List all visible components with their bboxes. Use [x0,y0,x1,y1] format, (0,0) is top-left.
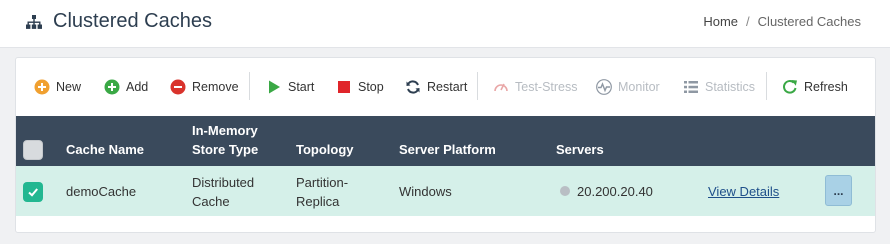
col-store-type[interactable]: In-Memory Store Type [192,121,258,159]
stop-icon [338,81,350,93]
cell-store-type: Distributed Cache [192,173,254,211]
gauge-icon [494,83,508,92]
view-details-link[interactable]: View Details [708,182,779,201]
remove-label: Remove [192,80,239,94]
caches-panel: New Add Remove Start Stop Restart Test-S… [15,57,876,233]
refresh-icon [783,80,797,94]
monitor-label: Monitor [618,80,660,94]
col-server-platform[interactable]: Server Platform [399,140,496,159]
start-label: Start [288,80,315,94]
table-header: Cache Name In-Memory Store Type Topology… [16,116,875,166]
breadcrumb: Home / Clustered Caches [703,14,861,29]
cell-topology-line2: Replica [296,194,340,209]
add-button[interactable]: Add [104,76,148,98]
play-icon [269,80,280,94]
col-servers[interactable]: Servers [556,140,604,159]
col-store-type-line1: In-Memory [192,123,258,138]
cell-topology: Partition- Replica [296,173,348,211]
new-button[interactable]: New [34,76,81,98]
toolbar-divider [477,72,478,100]
col-topology[interactable]: Topology [296,140,354,159]
cell-cache-name: demoCache [66,184,137,199]
server-status-indicator [560,186,570,196]
add-label: Add [126,80,149,94]
select-all-checkbox[interactable] [23,140,43,160]
more-actions-button[interactable]: ... [825,175,852,206]
refresh-button[interactable]: Refresh [782,76,848,98]
cell-store-type-line1: Distributed [192,175,255,190]
remove-button[interactable]: Remove [170,76,239,98]
start-button[interactable]: Start [266,76,314,98]
restart-label: Restart [427,80,468,94]
minus-circle-icon [170,79,186,95]
toolbar-divider [766,72,767,100]
statistics-button[interactable]: Statistics [683,76,755,98]
cell-server-platform: Windows [399,184,452,199]
row-checkbox[interactable] [23,182,43,202]
sitemap-icon [26,15,42,29]
col-store-type-line2: Store Type [192,142,259,157]
page-title: Clustered Caches [53,10,212,32]
statistics-label: Statistics [705,80,756,94]
cell-topology-line1: Partition- [296,175,349,190]
cell-store-type-line2: Cache [192,194,230,209]
sync-icon [406,80,420,94]
toolbar-divider [249,72,250,100]
check-icon [28,188,38,197]
new-label: New [56,80,82,94]
restart-button[interactable]: Restart [405,76,467,98]
breadcrumb-home-link[interactable]: Home [703,14,738,29]
stop-label: Stop [358,80,384,94]
test-stress-button[interactable]: Test-Stress [493,76,578,98]
breadcrumb-separator: / [746,14,750,29]
heartbeat-icon [596,79,612,95]
cell-server-address: 20.200.20.40 [577,184,653,199]
toolbar: New Add Remove Start Stop Restart Test-S… [16,58,875,116]
plus-circle-icon [34,79,50,95]
refresh-label: Refresh [804,80,848,94]
stop-button[interactable]: Stop [336,76,384,98]
col-cache-name[interactable]: Cache Name [66,140,144,159]
list-icon [684,81,698,93]
breadcrumb-current: Clustered Caches [757,14,861,29]
table-row[interactable]: demoCache Distributed Cache Partition- R… [16,166,875,216]
monitor-button[interactable]: Monitor [596,76,660,98]
plus-circle-icon [104,79,120,95]
page-header: Clustered Caches Home / Clustered Caches [0,0,890,48]
test-stress-label: Test-Stress [515,80,578,94]
